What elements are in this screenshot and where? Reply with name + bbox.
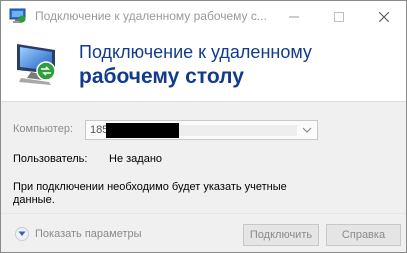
user-label: Пользователь:: [13, 153, 88, 165]
window-title: Подключение к удаленному рабочему с...: [35, 9, 267, 23]
footer-divider: [1, 213, 406, 214]
combo-text-highlight: [179, 125, 297, 136]
computer-combobox[interactable]: 185: [85, 120, 318, 140]
maximize-button[interactable]: [316, 1, 361, 32]
computer-label: Компьютер:: [13, 123, 73, 135]
user-value: Не задано: [109, 153, 163, 165]
info-text-line2: данные.: [13, 194, 55, 206]
close-icon: [378, 11, 389, 22]
info-text-line1: При подключении необходимо будет указать…: [13, 181, 287, 193]
redaction-bar: [106, 123, 179, 138]
rdp-monitor-icon: [17, 44, 56, 85]
show-options-label: Показать параметры: [35, 228, 142, 240]
maximize-icon: [333, 11, 344, 22]
chevron-circle-down-icon: [15, 227, 29, 241]
minimize-icon: [288, 16, 299, 17]
banner-title-line2: рабочему столу: [79, 65, 244, 88]
close-button[interactable]: [361, 1, 406, 32]
connect-button[interactable]: Подключить: [243, 224, 319, 246]
rdp-window: Подключение к удаленному рабочему с... П…: [0, 0, 407, 253]
chevron-down-icon[interactable]: [299, 122, 315, 138]
minimize-button[interactable]: [271, 1, 316, 32]
rdp-app-icon: [9, 8, 26, 23]
help-button[interactable]: Справка: [326, 224, 401, 246]
header-banner: Подключение к удаленному рабочему столу: [1, 32, 406, 102]
title-bar[interactable]: Подключение к удаленному рабочему с...: [1, 1, 406, 32]
banner-title-line1: Подключение к удаленному: [79, 42, 312, 62]
show-options-toggle[interactable]: Показать параметры: [15, 227, 142, 241]
